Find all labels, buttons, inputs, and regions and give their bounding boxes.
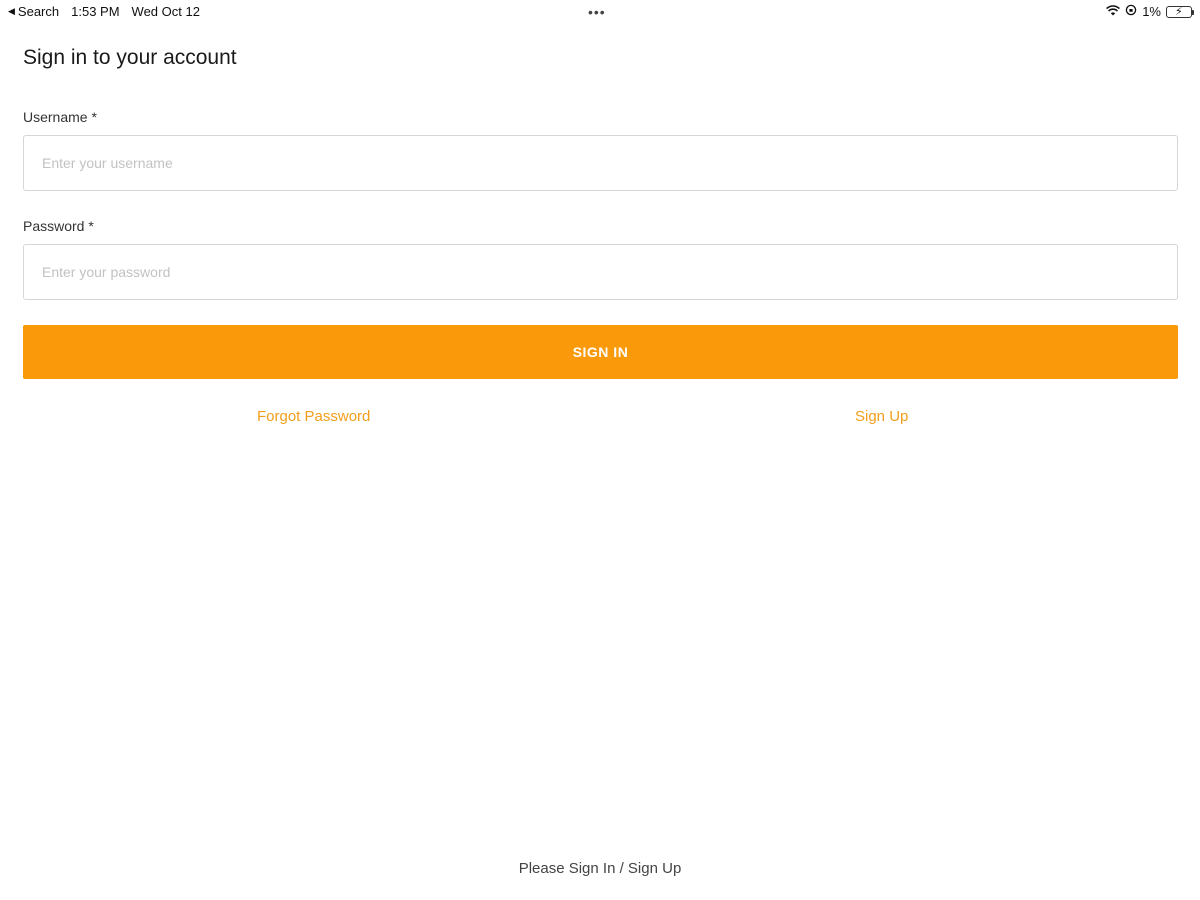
back-arrow-icon[interactable]: ◀ [8,6,15,17]
sign-in-page: ◀ Search 1:53 PM Wed Oct 12 ••• 1% ⚡ Sig… [0,0,1200,900]
status-bar: ◀ Search 1:53 PM Wed Oct 12 ••• 1% ⚡ [0,0,1200,24]
sign-in-button[interactable]: SIGN IN [23,325,1178,379]
status-left: ◀ Search 1:53 PM Wed Oct 12 [8,4,200,19]
password-input[interactable] [23,244,1178,300]
status-time: 1:53 PM [71,4,120,19]
username-label: Username * [23,109,97,125]
password-label: Password * [23,218,94,234]
back-to-search-link[interactable]: Search [18,4,59,19]
page-title: Sign in to your account [23,46,237,69]
battery-percent: 1% [1142,4,1161,19]
multitasking-dots-icon[interactable]: ••• [588,4,606,20]
status-date: Wed Oct 12 [131,4,200,19]
sign-up-link[interactable]: Sign Up [855,408,908,425]
status-right: 1% ⚡ [1106,4,1194,19]
username-input[interactable] [23,135,1178,191]
footer-status-text: Please Sign In / Sign Up [518,860,682,877]
forgot-password-link[interactable]: Forgot Password [257,408,370,425]
battery-icon: ⚡ [1166,5,1194,18]
charging-bolt-icon: ⚡ [1175,5,1183,18]
orientation-lock-icon [1125,4,1137,19]
wifi-icon [1106,4,1121,19]
